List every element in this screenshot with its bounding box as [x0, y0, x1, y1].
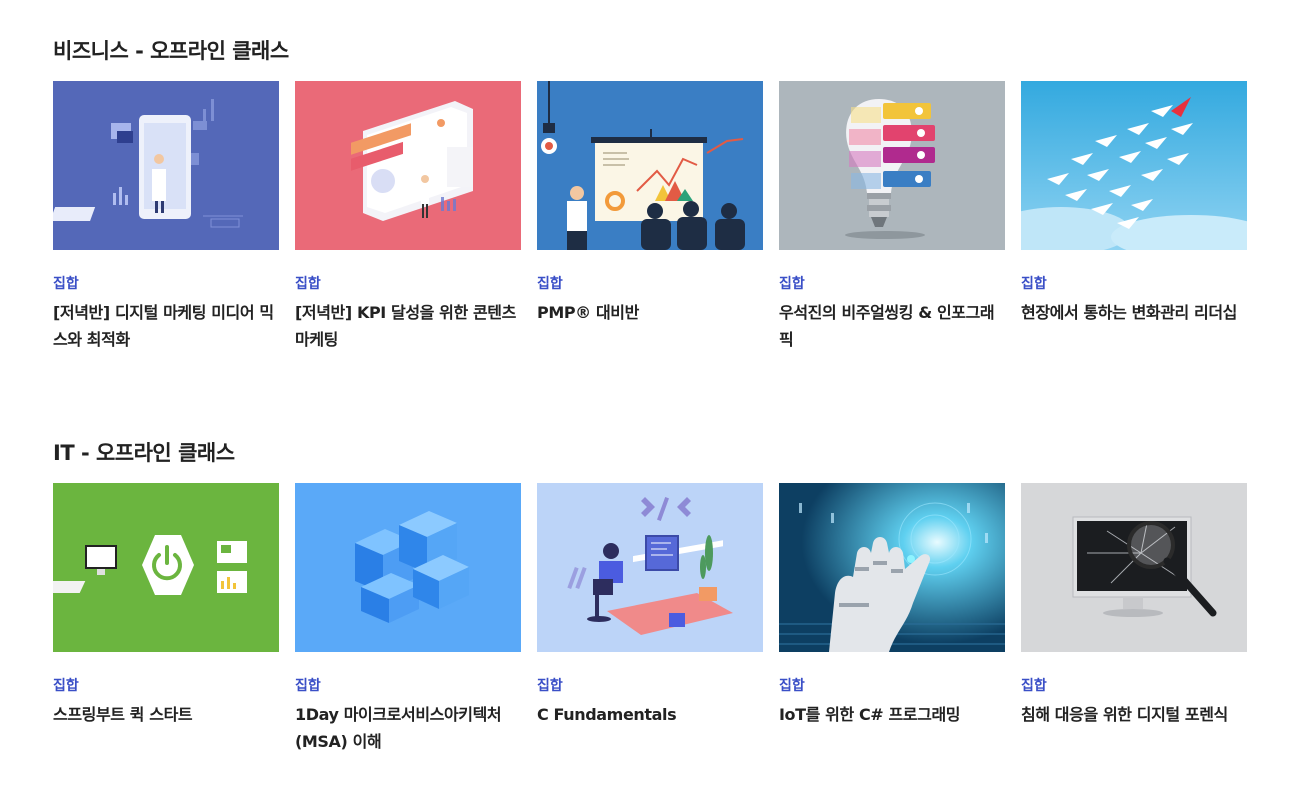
course-title[interactable]: 1Day 마이크로서비스아키텍처(MSA) 이해 [295, 701, 521, 755]
section-title: IT - 오프라인 클래스 [53, 441, 235, 465]
course-title[interactable]: PMP® 대비반 [537, 299, 763, 326]
course-tag: 집합 [1021, 276, 1047, 292]
course-thumbnail[interactable] [295, 483, 521, 652]
course-title[interactable]: 스프링부트 퀵 스타트 [53, 701, 279, 728]
course-tag: 집합 [295, 678, 321, 694]
course-card-list: 집합 스프링부트 퀵 스타트 집합 1Day 마이크로서비스아키텍처(MSA) … [53, 483, 1247, 763]
course-tag: 집합 [53, 276, 79, 292]
course-tag: 집합 [779, 678, 805, 694]
course-thumbnail[interactable] [53, 81, 279, 250]
course-tag: 집합 [295, 276, 321, 292]
course-thumbnail[interactable] [1021, 483, 1247, 652]
course-tag: 집합 [779, 276, 805, 292]
course-thumbnail[interactable] [779, 81, 1005, 250]
course-title[interactable]: 침해 대응을 위한 디지털 포렌식 [1021, 701, 1247, 728]
course-tag: 집합 [537, 678, 563, 694]
course-thumbnail[interactable] [537, 483, 763, 652]
course-thumbnail[interactable] [1021, 81, 1247, 250]
course-tag: 집합 [537, 276, 563, 292]
course-card-list: 집합 [저녁반] 디지털 마케팅 미디어 믹스와 최적화 집합 [저녁반] KP… [53, 81, 1247, 361]
course-title[interactable]: [저녁반] KPI 달성을 위한 콘텐츠 마케팅 [295, 299, 521, 353]
section-title: 비즈니스 - 오프라인 클래스 [53, 39, 289, 63]
course-thumbnail[interactable] [295, 81, 521, 250]
course-thumbnail[interactable] [537, 81, 763, 250]
course-title[interactable]: 우석진의 비주얼씽킹 & 인포그래픽 [779, 299, 1005, 353]
course-tag: 집합 [53, 678, 79, 694]
course-title[interactable]: [저녁반] 디지털 마케팅 미디어 믹스와 최적화 [53, 299, 279, 353]
course-title[interactable]: IoT를 위한 C# 프로그래밍 [779, 701, 1005, 728]
course-title[interactable]: C Fundamentals [537, 701, 763, 728]
course-title[interactable]: 현장에서 통하는 변화관리 리더십 [1021, 299, 1247, 326]
course-thumbnail[interactable] [779, 483, 1005, 652]
course-tag: 집합 [1021, 678, 1047, 694]
course-thumbnail[interactable] [53, 483, 279, 652]
